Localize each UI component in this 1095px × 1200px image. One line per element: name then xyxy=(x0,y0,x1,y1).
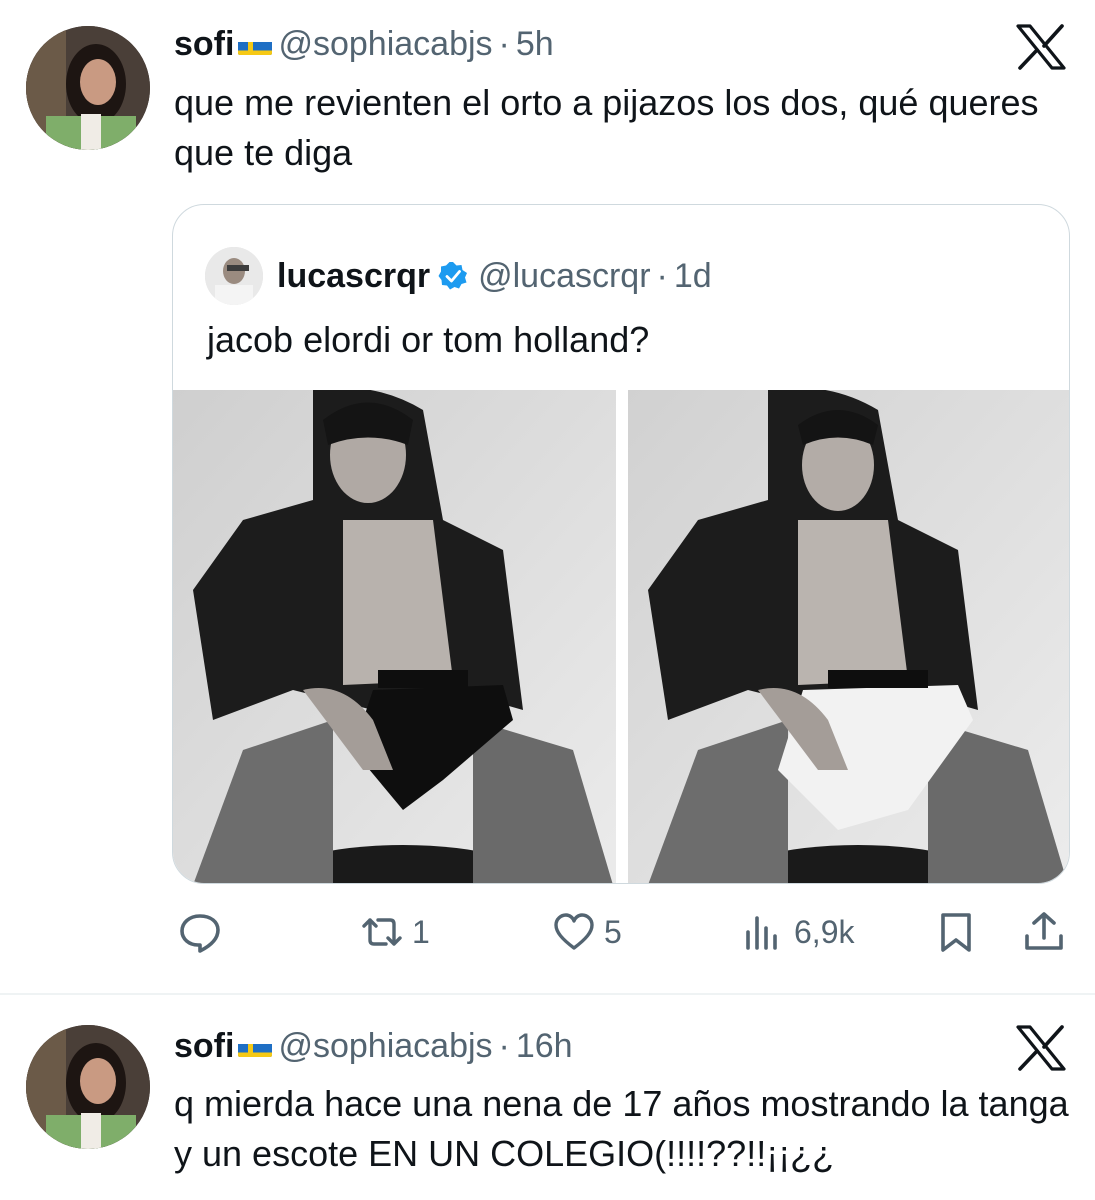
media-grid xyxy=(173,390,1069,883)
avatar-photo xyxy=(26,1025,150,1149)
reply-button[interactable] xyxy=(178,900,222,964)
tweet-header: sofi @sophiacabjs · 5h xyxy=(174,24,554,64)
quoted-avatar[interactable] xyxy=(205,247,263,305)
reply-icon xyxy=(180,914,220,953)
separator: · xyxy=(498,25,510,63)
bookmark-icon xyxy=(941,913,971,952)
handle[interactable]: @sophiacabjs xyxy=(278,24,492,64)
views-count: 6,9k xyxy=(794,913,855,950)
avatar-photo xyxy=(26,26,150,150)
retweet-button[interactable]: 1 xyxy=(360,900,430,964)
quoted-header: lucascrqr @lucascrqr · 1d xyxy=(205,247,712,305)
media-photo-1[interactable] xyxy=(173,390,616,883)
sweden-flag-icon xyxy=(238,1035,273,1057)
x-logo-icon xyxy=(1016,24,1066,70)
bookmark-button[interactable] xyxy=(934,900,978,964)
retweet-icon xyxy=(362,918,402,946)
tweet-card-2[interactable]: sofi @sophiacabjs · 16h q mierda hace un… xyxy=(0,995,1095,1200)
avatar[interactable] xyxy=(26,1025,150,1149)
views-button[interactable]: 6,9k xyxy=(742,900,854,964)
display-name[interactable]: sofi xyxy=(174,24,234,64)
share-button[interactable] xyxy=(1022,900,1066,964)
quoted-timestamp[interactable]: 1d xyxy=(674,256,712,296)
x-logo-icon xyxy=(1016,1025,1066,1071)
quoted-tweet[interactable]: lucascrqr @lucascrqr · 1d jacob elordi o… xyxy=(172,204,1070,884)
like-count: 5 xyxy=(604,913,622,950)
handle[interactable]: @sophiacabjs xyxy=(278,1026,492,1066)
avatar[interactable] xyxy=(26,26,150,150)
separator: · xyxy=(498,1027,510,1065)
share-icon xyxy=(1025,912,1063,950)
tweet-header: sofi @sophiacabjs · 16h xyxy=(174,1026,573,1066)
sweden-flag-icon xyxy=(238,33,273,55)
views-chart-icon xyxy=(746,916,777,950)
tweet-text: q mierda hace una nena de 17 años mostra… xyxy=(174,1083,1069,1174)
tweet-actions: 1 5 6,9k xyxy=(172,900,1070,964)
display-name[interactable]: sofi xyxy=(174,1026,234,1066)
timestamp[interactable]: 5h xyxy=(516,24,554,64)
quoted-text: jacob elordi or tom holland? xyxy=(207,319,650,360)
heart-icon xyxy=(554,913,594,950)
like-button[interactable]: 5 xyxy=(552,900,622,964)
separator: · xyxy=(656,257,668,295)
tweet-text: que me revienten el orto a pijazos los d… xyxy=(174,82,1039,173)
retweet-count: 1 xyxy=(412,913,430,950)
timestamp[interactable]: 16h xyxy=(516,1026,573,1066)
media-photo-2[interactable] xyxy=(628,390,1069,883)
tweet-card-1[interactable]: sofi @sophiacabjs · 5h que me revienten … xyxy=(0,0,1095,993)
quoted-handle[interactable]: @lucascrqr xyxy=(478,256,650,296)
quoted-display-name[interactable]: lucascrqr xyxy=(277,256,430,296)
verified-badge-icon xyxy=(438,262,468,290)
